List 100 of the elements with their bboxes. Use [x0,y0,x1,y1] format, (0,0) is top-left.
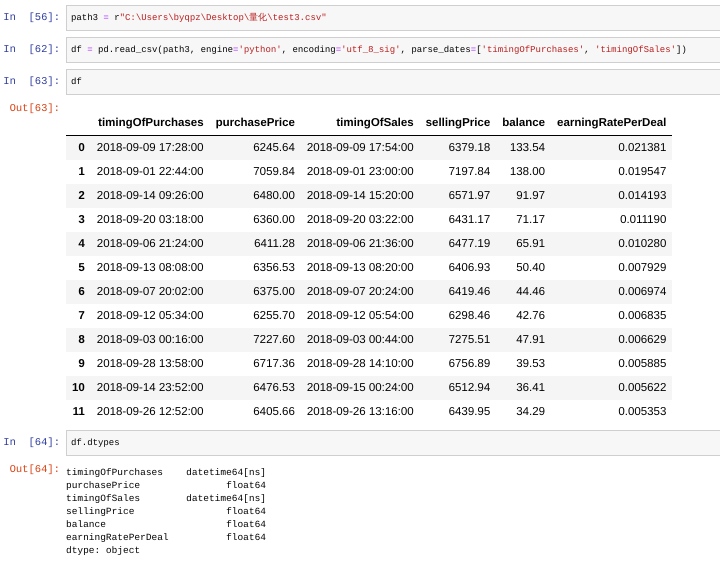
table-cell: 0.010280 [551,232,672,256]
table-cell: 6571.97 [420,184,496,208]
table-cell: 2018-09-07 20:02:00 [90,280,210,304]
table-cell: 2018-09-06 21:24:00 [90,232,210,256]
table-cell: 71.17 [496,208,552,232]
table-cell: 2018-09-28 14:10:00 [300,352,420,376]
table-cell: 6375.00 [210,280,301,304]
table-cell: 7227.60 [210,328,301,352]
table-cell: 7275.51 [420,328,496,352]
input-prompt: In [62]: [2,43,60,56]
table-cell: 138.00 [496,160,552,184]
row-index: 11 [66,400,91,424]
table-cell: 2018-09-26 13:16:00 [300,400,420,424]
series-label: timingOfPurchases [66,466,164,479]
table-cell: 2018-09-20 03:22:00 [300,208,420,232]
series-dtype: dtype: object [66,545,140,556]
table-cell: 2018-09-14 23:52:00 [90,376,210,400]
table-cell: 39.53 [496,352,552,376]
table-cell: 36.41 [496,376,552,400]
table-cell: 6439.95 [420,400,496,424]
code-cell[interactable]: df [66,69,720,95]
table-cell: 6477.19 [420,232,496,256]
table-cell: 6419.46 [420,280,496,304]
table-cell: 2018-09-12 05:34:00 [90,304,210,328]
table-cell: 6255.70 [210,304,301,328]
row-index: 2 [66,184,91,208]
row-index: 9 [66,352,91,376]
series-value: float64 [225,518,266,531]
table-cell: 2018-09-01 22:44:00 [90,160,210,184]
series-value: float64 [225,531,266,544]
row-index: 10 [66,376,91,400]
table-cell: 2018-09-13 08:20:00 [300,256,420,280]
series-label: sellingPrice [66,505,136,518]
code-cell[interactable]: path3 = r"C:\Users\byqpz\Desktop\量化\test3.csv" [66,5,720,31]
table-cell: 50.40 [496,256,552,280]
series-value: datetime64[ns] [185,492,266,505]
series-label: purchasePrice [66,479,142,492]
table-cell: 6405.66 [210,400,301,424]
table-cell: 2018-09-06 21:36:00 [300,232,420,256]
table-cell: 6356.53 [210,256,301,280]
table-cell: 6480.00 [210,184,301,208]
table-cell: 133.54 [496,136,552,160]
row-index: 8 [66,328,91,352]
table-cell: 0.007929 [551,256,672,280]
row-index: 0 [66,136,91,160]
output-prompt: Out[64]: [8,463,60,476]
table-cell: 2018-09-14 15:20:00 [300,184,420,208]
table-cell: 0.014193 [551,184,672,208]
table-cell: 0.005353 [551,400,672,424]
row-index: 7 [66,304,91,328]
row-index: 6 [66,280,91,304]
table-cell: 6756.89 [420,352,496,376]
table-cell: 7197.84 [420,160,496,184]
table-cell: 0.005622 [551,376,672,400]
table-cell: 0.019547 [551,160,672,184]
input-prompt: In [63]: [2,75,60,88]
table-cell: 7059.84 [210,160,301,184]
table-cell: 6476.53 [210,376,301,400]
table-cell: 6717.36 [210,352,301,376]
series-value: float64 [225,505,266,518]
table-cell: 6360.00 [210,208,301,232]
input-prompt: In [64]: [2,436,60,449]
table-cell: 6379.18 [420,136,496,160]
input-prompt: In [56]: [2,11,60,24]
table-cell: 6245.64 [210,136,301,160]
table-cell: 2018-09-12 05:54:00 [300,304,420,328]
table-cell: 6298.46 [420,304,496,328]
code-cell[interactable]: df = pd.read_csv(path3, engine='python', encoding='utf_8_sig', parse_dates=['timingOfPurchases', 'timingOfSales']) [66,37,720,63]
table-cell: 2018-09-15 00:24:00 [300,376,420,400]
series-label: balance [66,518,107,531]
row-index: 3 [66,208,91,232]
table-cell: 34.29 [496,400,552,424]
code-cell[interactable]: df.dtypes [66,430,720,456]
table-cell: 2018-09-20 03:18:00 [90,208,210,232]
table-cell: 47.91 [496,328,552,352]
table-cell: 6406.93 [420,256,496,280]
table-cell: 44.46 [496,280,552,304]
table-cell: 2018-09-03 00:44:00 [300,328,420,352]
table-cell: 2018-09-28 13:58:00 [90,352,210,376]
table-cell: 6411.28 [210,232,301,256]
row-index: 4 [66,232,91,256]
table-cell: 91.97 [496,184,552,208]
table-cell: 0.006974 [551,280,672,304]
table-cell: 0.021381 [551,136,672,160]
table-cell: 2018-09-09 17:28:00 [90,136,210,160]
table-cell: 2018-09-09 17:54:00 [300,136,420,160]
table-cell: 0.006835 [551,304,672,328]
table-cell: 6512.94 [420,376,496,400]
series-value: float64 [225,479,266,492]
table-cell: 42.76 [496,304,552,328]
table-cell: 65.91 [496,232,552,256]
series-value: datetime64[ns] [185,466,266,479]
table-cell: 2018-09-14 09:26:00 [90,184,210,208]
table-cell: 2018-09-07 20:24:00 [300,280,420,304]
table-cell: 2018-09-01 23:00:00 [300,160,420,184]
series-label: earningRatePerDeal [66,531,170,544]
series-label: timingOfSales [66,492,142,505]
output-prompt: Out[63]: [8,102,60,115]
row-index: 5 [66,256,91,280]
table-cell: 6431.17 [420,208,496,232]
